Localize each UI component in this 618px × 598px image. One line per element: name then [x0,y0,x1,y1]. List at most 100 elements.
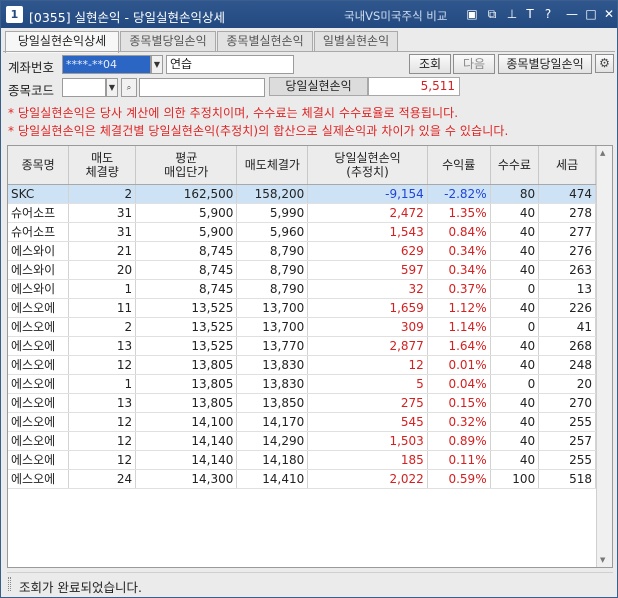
cell-tax: 268 [538,336,596,356]
cell-avg-buy-price: 13,525 [135,317,238,337]
copy-icon[interactable]: ⧉ [484,6,500,22]
cell-sell-qty: 12 [68,431,137,451]
title-bar[interactable]: 1 [0355] 실현손익 - 당일실현손익상세 국내VS미국주식 비교 ▣ ⧉ ⊥… [1,1,617,28]
gear-icon: ⚙ [599,56,610,70]
cell-sell-price: 8,790 [236,241,309,261]
header-label: 당일실현손익 [334,150,401,165]
cell-fee: 40 [490,241,540,261]
table-row[interactable]: 에스오에 13 13,525 13,770 2,877 1.64% 40 268 [8,336,596,356]
col-sell-price-header[interactable]: 매도체결가 [236,146,309,185]
cell-return-rate: 0.59% [427,469,491,489]
col-avg-buy-price-header[interactable]: 평균 매입단가 [135,146,238,185]
stock-code-dropdown-button[interactable]: ▼ [106,78,118,97]
table-row[interactable]: 에스와이 21 8,745 8,790 629 0.34% 40 276 [8,241,596,261]
cell-fee: 40 [490,298,540,318]
tab-daily-realized-detail[interactable]: 당일실현손익상세 [5,31,119,53]
table-row[interactable]: 에스오에 2 13,525 13,700 309 1.14% 0 41 [8,317,596,337]
cell-fee: 40 [490,412,540,432]
close-icon[interactable]: ✕ [601,6,617,22]
cell-sell-qty: 13 [68,393,137,413]
cell-fee: 0 [490,317,540,337]
table-row[interactable]: 에스오에 24 14,300 14,410 2,022 0.59% 100 518 [8,469,596,489]
realized-pl-grid[interactable]: 종목명 매도 체결량 평균 매입단가 매도체결가 당일실현손익 (추정치) 수익률 수수료 세금 S… [7,145,613,568]
account-number-label: 계좌번호 [8,60,55,75]
table-row[interactable]: 에스오에 1 13,805 13,830 5 0.04% 0 20 [8,374,596,394]
cell-avg-buy-price: 5,900 [135,222,238,242]
table-row[interactable]: 에스오에 13 13,805 13,850 275 0.15% 40 270 [8,393,596,413]
table-row[interactable]: 에스오에 11 13,525 13,700 1,659 1.12% 40 226 [8,298,596,318]
cell-tax: 248 [538,355,596,375]
cell-tax: 278 [538,203,596,223]
cell-sell-qty: 24 [68,469,137,489]
cell-stock-name: 에스와이 [8,260,70,280]
cell-sell-price: 8,790 [236,260,309,280]
cell-daily-pl: 1,659 [307,298,428,318]
table-row[interactable]: 에스오에 12 14,100 14,170 545 0.32% 40 255 [8,412,596,432]
table-row[interactable]: SKC 2 162,500 158,200 -9,154 -2.82% 80 474 [8,184,596,204]
cell-sell-qty: 11 [68,298,137,318]
col-stock-name-header[interactable]: 종목명 [8,146,70,185]
cell-tax: 518 [538,469,596,489]
window-icon[interactable]: ▣ [464,6,480,22]
tab-daily-realized-pl[interactable]: 일별실현손익 [314,31,398,52]
col-tax-header[interactable]: 세금 [538,146,596,185]
text-size-icon[interactable]: T [522,6,538,22]
maximize-icon[interactable]: □ [583,6,599,22]
cell-fee: 40 [490,355,540,375]
scroll-down-icon[interactable]: ▼ [600,556,605,564]
header-label: 종목명 [21,157,55,172]
settings-button[interactable]: ⚙ [595,54,614,73]
cell-fee: 100 [490,469,540,489]
cell-fee: 80 [490,184,540,204]
cell-stock-name: SKC [8,184,70,204]
stock-code-input[interactable] [62,78,106,97]
account-number-field[interactable]: ****-**04 [62,55,151,74]
cell-sell-price: 13,700 [236,298,309,318]
table-row[interactable]: 에스오에 12 13,805 13,830 12 0.01% 40 248 [8,355,596,375]
cell-sell-qty: 31 [68,222,137,242]
col-daily-pl-header[interactable]: 당일실현손익 (추정치) [307,146,428,185]
cell-tax: 270 [538,393,596,413]
table-row[interactable]: 슈어소프 31 5,900 5,990 2,472 1.35% 40 278 [8,203,596,223]
tab-daily-pl-by-stock[interactable]: 종목별당일손익 [120,31,216,52]
table-row[interactable]: 에스오에 12 14,140 14,290 1,503 0.89% 40 257 [8,431,596,451]
daily-pl-by-stock-button[interactable]: 종목별당일손익 [498,54,592,74]
cell-sell-price: 14,410 [236,469,309,489]
cell-stock-name: 에스오에 [8,317,70,337]
cell-stock-name: 에스오에 [8,336,70,356]
col-sell-qty-header[interactable]: 매도 체결량 [68,146,137,185]
pin-icon[interactable]: ⊥ [504,6,520,22]
header-label: 세금 [556,157,579,172]
table-row[interactable]: 에스와이 20 8,745 8,790 597 0.34% 40 263 [8,260,596,280]
next-button[interactable]: 다음 [453,54,495,74]
vertical-scrollbar[interactable]: ▲ ▼ [596,146,612,567]
cell-return-rate: 1.64% [427,336,491,356]
stock-search-button[interactable]: ⌕ [121,78,137,97]
cell-sell-qty: 12 [68,450,137,470]
help-icon[interactable]: ? [540,6,556,22]
col-fee-header[interactable]: 수수료 [490,146,540,185]
cell-return-rate: 0.89% [427,431,491,451]
cell-daily-pl: 597 [307,260,428,280]
cell-sell-price: 158,200 [236,184,309,204]
col-return-rate-header[interactable]: 수익률 [427,146,491,185]
table-row[interactable]: 슈어소프 31 5,900 5,960 1,543 0.84% 40 277 [8,222,596,242]
header-sublabel: 매입단가 [164,164,209,179]
cell-daily-pl: 5 [307,374,428,394]
cell-avg-buy-price: 14,300 [135,469,238,489]
domestic-vs-us-compare-link[interactable]: 국내VS미국주식 비교 [344,8,447,24]
tab-realized-pl-by-stock[interactable]: 종목별실현손익 [217,31,313,52]
account-dropdown-button[interactable]: ▼ [151,55,163,74]
table-row[interactable]: 에스와이 1 8,745 8,790 32 0.37% 0 13 [8,279,596,299]
table-row[interactable]: 에스오에 12 14,140 14,180 185 0.11% 40 255 [8,450,596,470]
status-bar: 조회가 완료되었습니다. [7,572,613,595]
notice-estimate: * 당일실현손익은 당사 계산에 의한 추정치이며, 수수료는 체결시 수수료율… [8,106,459,120]
cell-daily-pl: 2,472 [307,203,428,223]
scroll-up-icon[interactable]: ▲ [600,149,605,157]
cell-daily-pl: 32 [307,279,428,299]
cell-stock-name: 슈어소프 [8,222,70,242]
cell-avg-buy-price: 8,745 [135,279,238,299]
cell-stock-name: 에스오에 [8,450,70,470]
query-button[interactable]: 조회 [409,54,451,74]
minimize-icon[interactable]: — [564,6,580,22]
